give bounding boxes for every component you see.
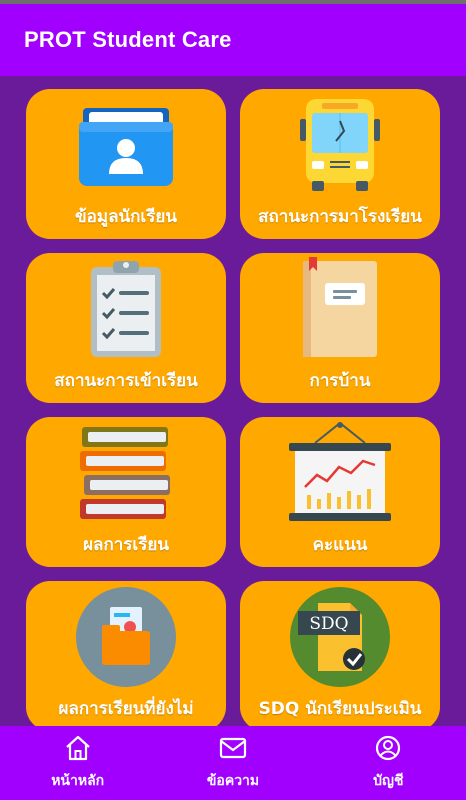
nav-label: ข้อความ [206,773,260,789]
menu-grid: ข้อมูลนักเรียน สถานะการมาโรงเรียน สถานะก… [0,76,466,726]
tile-label: สถานะการมาโรงเรียน [258,207,422,227]
nav-home[interactable]: หน้าหลัก [0,726,155,800]
tile-label: ข้อมูลนักเรียน [75,207,177,227]
tile-attendance-status[interactable]: สถานะการเข้าเรียน [26,253,226,403]
nav-messages[interactable]: ข้อความ [155,726,310,800]
tile-label: ผลการเรียน [83,535,169,555]
nav-account[interactable]: บัญชี [311,726,466,800]
tile-label: การบ้าน [309,371,371,391]
tile-scores[interactable]: คะแนน [240,417,440,567]
bottom-nav: หน้าหลัก ข้อความ บัญชี [0,726,466,800]
tile-student-info[interactable]: ข้อมูลนักเรียน [26,89,226,239]
report-folder-icon [26,581,226,693]
sdq-icon-text: SDQ [309,614,348,634]
tile-arrival-status[interactable]: สถานะการมาโรงเรียน [240,89,440,239]
tile-pending-results[interactable]: ผลการเรียนที่ยังไม่ [26,581,226,726]
mail-icon [218,734,248,766]
notebook-icon [240,253,440,365]
tile-label: SDQ นักเรียนประเมิน [258,699,422,719]
tile-academic-results[interactable]: ผลการเรียน [26,417,226,567]
app-bar: PROT Student Care [0,4,466,76]
tile-label: คะแนน [312,535,368,555]
school-bus-icon [240,89,440,201]
home-icon [63,734,93,766]
tile-sdq-assessment[interactable]: SDQ SDQ นักเรียนประเมิน [240,581,440,726]
nav-label: หน้าหลัก [51,773,105,789]
book-stack-icon [26,417,226,529]
tile-homework[interactable]: การบ้าน [240,253,440,403]
tile-label: สถานะการเข้าเรียน [54,371,198,391]
nav-label: บัญชี [373,773,404,789]
app-title: PROT Student Care [24,27,232,52]
account-icon [373,734,403,766]
sdq-document-icon: SDQ [240,581,440,693]
checklist-clipboard-icon [26,253,226,365]
tile-label: ผลการเรียนที่ยังไม่ [58,699,194,719]
student-folder-icon [26,89,226,201]
line-chart-board-icon [240,417,440,529]
